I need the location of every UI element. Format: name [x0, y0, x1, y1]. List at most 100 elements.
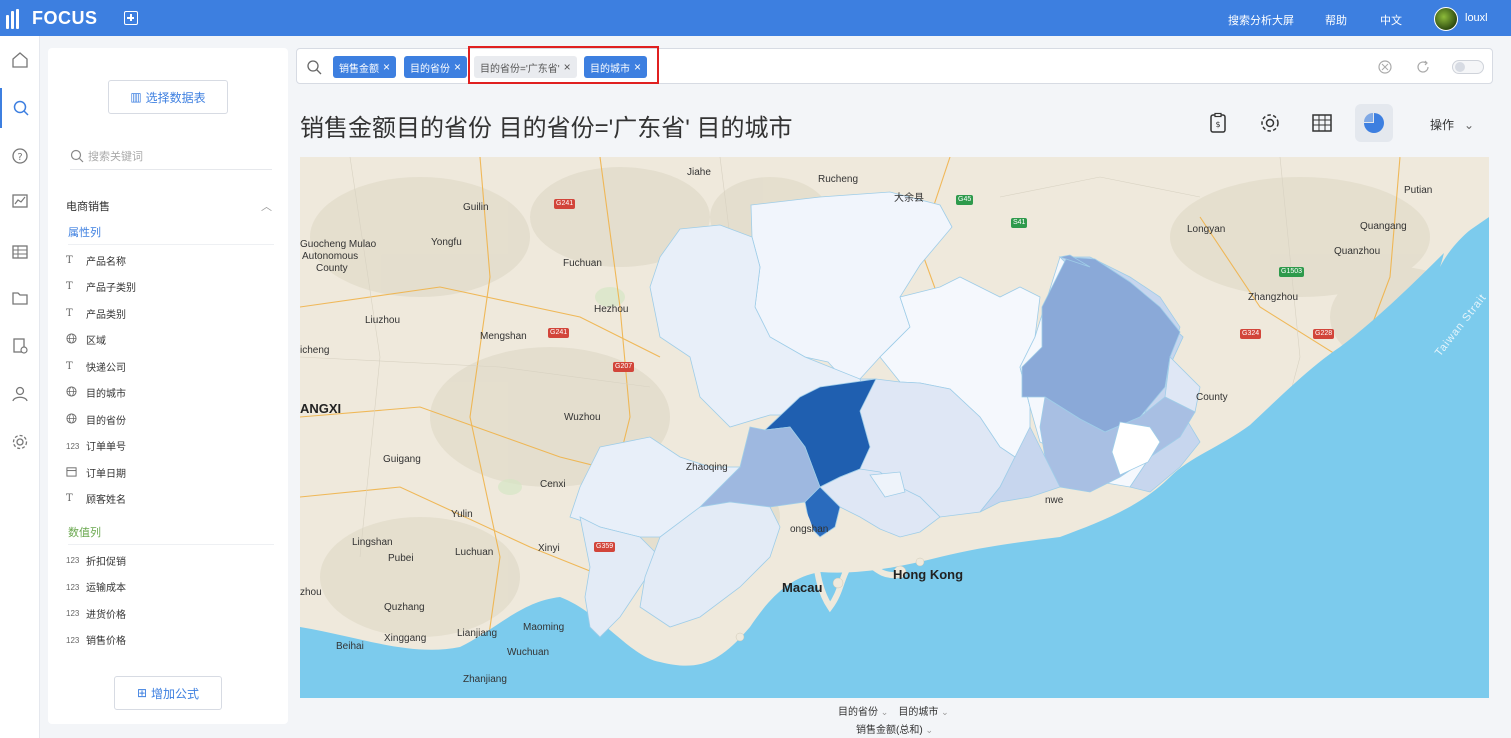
map-label: Macau — [782, 580, 823, 595]
remove-token-icon[interactable]: × — [454, 60, 461, 74]
field-item[interactable]: T 快递公司 — [66, 357, 266, 375]
chevron-up-icon[interactable]: ︿ — [261, 198, 272, 214]
axis-province-selector[interactable]: 目的省份 ⌄ — [838, 703, 888, 718]
user-icon[interactable] — [0, 374, 40, 414]
table-icon[interactable] — [0, 232, 40, 272]
settings-icon[interactable] — [0, 422, 40, 462]
operations-menu[interactable]: 操作 ⌄ — [1430, 116, 1474, 133]
field-label: 快递公司 — [86, 362, 126, 374]
group-header[interactable]: 电商销售 ︿ — [66, 198, 272, 214]
help-link[interactable]: 帮助 — [1325, 12, 1347, 28]
add-formula-button[interactable]: ⊞ 增加公式 — [114, 676, 222, 710]
map-label: Xinyi — [538, 543, 560, 554]
map-label: Lianjiang — [457, 628, 498, 639]
highlight-frame — [468, 46, 659, 84]
field-item[interactable]: 区域 — [66, 331, 266, 349]
map-label: Guilin — [463, 202, 489, 213]
clipboard-icon[interactable]: $ — [1199, 104, 1237, 142]
field-item[interactable]: 订单日期 — [66, 463, 266, 481]
search-token[interactable]: 销售金额 × — [333, 56, 397, 78]
map-label: nwe — [1045, 495, 1064, 506]
dashboard-icon[interactable] — [0, 182, 40, 222]
search-token[interactable]: 目的省份 × — [404, 56, 468, 78]
pie-chart-icon[interactable] — [1355, 104, 1393, 142]
map-label: Maoming — [523, 622, 565, 633]
question-icon[interactable]: ? — [0, 136, 40, 176]
map-label: Cenxi — [540, 479, 566, 490]
field-item[interactable]: 123 折扣促销 — [66, 551, 266, 569]
field-label: 订单单号 — [86, 442, 126, 453]
screen-analysis-link[interactable]: 搜索分析大屏 — [1228, 12, 1294, 28]
map-label: Putian — [1404, 185, 1433, 196]
number-type-icon: 123 — [66, 609, 80, 618]
axis-dimension-row: 目的省份 ⌄ 目的城市 ⌄ — [838, 703, 949, 718]
map-label: Pubei — [388, 553, 414, 564]
remove-token-icon[interactable]: × — [383, 60, 390, 74]
text-type-icon: T — [66, 360, 73, 372]
map-label: Quangang — [1360, 221, 1407, 232]
field-label: 产品子类别 — [86, 283, 136, 294]
map-label: Zhangzhou — [1248, 292, 1299, 303]
field-item[interactable]: 123 订单单号 — [66, 437, 266, 455]
map-label: Hong Kong — [893, 567, 964, 582]
table-view-icon[interactable] — [1303, 104, 1341, 142]
language-link[interactable]: 中文 — [1380, 12, 1402, 28]
axis-city-selector[interactable]: 目的城市 ⌄ — [898, 703, 948, 718]
chevron-down-icon: ⌄ — [941, 707, 949, 717]
field-label: 目的城市 — [86, 389, 126, 400]
field-item[interactable]: 目的省份 — [66, 410, 266, 428]
axis-value-selector[interactable]: 销售金额(总和) ⌄ — [856, 721, 933, 736]
field-item[interactable]: 123 运输成本 — [66, 578, 266, 596]
field-item[interactable]: T 产品类别 — [66, 304, 266, 322]
field-item[interactable]: 目的城市 — [66, 384, 266, 402]
map-label: Lingshan — [352, 537, 393, 548]
gear-icon[interactable] — [1251, 104, 1289, 142]
map-label: Beihai — [336, 641, 364, 652]
folder-icon[interactable] — [0, 278, 40, 318]
focus-logo[interactable]: FOCUS — [6, 8, 98, 29]
nav-rail: ? — [0, 36, 40, 738]
map-label: Jiahe — [687, 167, 711, 178]
clear-icon[interactable] — [1377, 59, 1393, 75]
field-label: 进货价格 — [86, 609, 126, 621]
map-label: Guocheng Mulao — [300, 239, 377, 250]
field-item[interactable]: 123 进货价格 — [66, 604, 266, 622]
field-item[interactable]: T 产品子类别 — [66, 278, 266, 296]
map-chart[interactable]: Taiwan Strait Jiahe Rucheng 大余县 Putian G… — [300, 157, 1489, 698]
road-shield: S41 — [1011, 218, 1028, 228]
number-type-icon: 123 — [66, 582, 80, 592]
refresh-icon[interactable] — [1415, 59, 1431, 75]
field-label: 运输成本 — [86, 583, 126, 594]
toggle-switch[interactable] — [1452, 60, 1484, 74]
avatar[interactable] — [1434, 7, 1458, 31]
map-label: Longyan — [1187, 224, 1226, 235]
map-label: Autonomous — [302, 251, 359, 262]
text-type-icon: T — [66, 493, 73, 504]
map-label: Liuzhou — [365, 315, 401, 326]
field-item[interactable]: T 顾客姓名 — [66, 490, 266, 508]
new-tab-icon[interactable] — [124, 11, 138, 25]
select-table-button[interactable]: ▥ 选择数据表 — [108, 80, 228, 114]
text-type-icon: T — [66, 307, 73, 319]
attribute-columns-header: 属性列 — [68, 224, 274, 245]
home-icon[interactable] — [0, 40, 40, 80]
data-panel: ▥ 选择数据表 搜索关键词 电商销售 ︿ 属性列 T 产品名称 T 产品子类别 T 产品类… — [48, 48, 288, 724]
field-label: 产品名称 — [86, 256, 126, 268]
field-label: 订单日期 — [86, 468, 126, 480]
map-label: zhou — [300, 587, 322, 598]
search-nav-icon[interactable] — [0, 88, 40, 128]
field-label: 顾客姓名 — [86, 495, 126, 506]
field-item[interactable]: 123 销售价格 — [66, 631, 266, 649]
road-shield: G207 — [613, 362, 635, 372]
road-shield: G359 — [594, 542, 616, 552]
globe-icon — [66, 386, 86, 399]
keyword-search-input[interactable]: 搜索关键词 — [70, 142, 272, 170]
map-label: Mengshan — [480, 331, 527, 342]
task-settings-icon[interactable] — [0, 326, 40, 366]
road-shield: G241 — [554, 199, 576, 209]
username[interactable]: louxl — [1465, 12, 1488, 24]
road-shield: G324 — [1240, 329, 1262, 339]
field-item[interactable]: T 产品名称 — [66, 251, 266, 269]
map-label: Fuchuan — [563, 258, 602, 269]
globe-icon — [66, 333, 86, 346]
